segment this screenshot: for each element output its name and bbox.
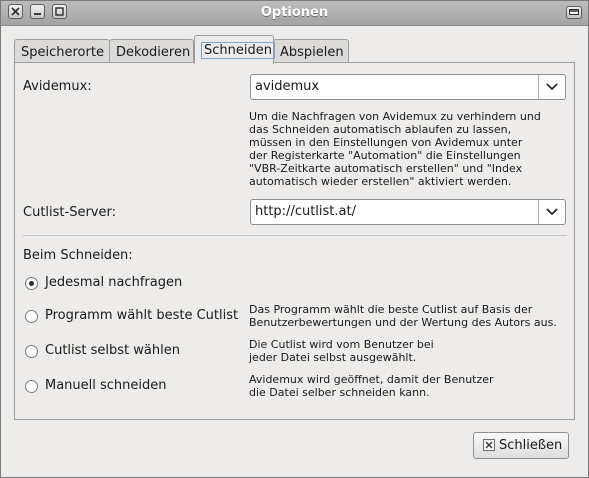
close-button[interactable]: Schließen — [473, 432, 569, 459]
schneiden-panel: Avidemux: avidemux Um die Nachfragen von… — [14, 62, 575, 420]
option-description: Die Cutlist wird vom Benutzer bei jeder … — [249, 338, 559, 364]
cutlist-server-combo[interactable]: http://cutlist.at/ — [250, 199, 566, 225]
separator — [23, 235, 567, 236]
description-line: automatisch wieder erstellen" aktiviert … — [249, 175, 512, 188]
description-line: Benutzerbewertungen und der Wertung des … — [249, 316, 557, 329]
chevron-down-icon — [546, 208, 558, 216]
radio-manuell-schneiden[interactable] — [25, 380, 38, 393]
description-line: jeder Datei selbst ausgewählt. — [249, 351, 417, 364]
window-shade-button[interactable] — [566, 6, 582, 19]
option-description: Avidemux wird geöffnet, damit der Benutz… — [249, 373, 559, 399]
cutlist-server-dropdown-button[interactable] — [538, 200, 565, 224]
tab-bar: Speicherorte Dekodieren Schneiden Abspie… — [14, 35, 574, 64]
description-line: Um die Nachfragen von Avidemux zu verhin… — [249, 110, 541, 123]
tab-schneiden[interactable]: Schneiden — [194, 35, 275, 64]
cutting-heading: Beim Schneiden: — [23, 248, 133, 263]
tab-label: Schneiden — [201, 42, 275, 59]
close-button-label: Schließen — [499, 438, 563, 453]
chevron-down-icon — [546, 83, 558, 91]
description-line: die Datei selber schneiden kann. — [249, 386, 430, 399]
window-menu-icon — [569, 9, 579, 15]
description-line: "VBR-Zeitkarte automatisch erstellen" un… — [249, 162, 523, 175]
avidemux-combo[interactable]: avidemux — [250, 74, 566, 100]
description-line: Die Cutlist wird vom Benutzer bei — [249, 338, 434, 351]
tab-abspielen[interactable]: Abspielen — [273, 39, 349, 63]
radio-jedesmal-nachfragen[interactable] — [25, 277, 38, 290]
description-line: Das Programm wählt die beste Cutlist auf… — [249, 303, 533, 316]
description-line: Avidemux wird geöffnet, damit der Benutz… — [249, 373, 494, 386]
description-line: der Registerkarte "Automation" die Einst… — [249, 149, 521, 162]
description-line: das Schneiden automatisch ablaufen zu la… — [249, 123, 512, 136]
option-label[interactable]: Programm wählt beste Cutlist — [45, 308, 238, 323]
tab-label: Dekodieren — [116, 45, 191, 60]
options-dialog: Optionen Speicherorte Dekodieren Schneid… — [0, 0, 589, 478]
option-description: Das Programm wählt die beste Cutlist auf… — [249, 303, 559, 329]
radio-cutlist-selbst[interactable] — [25, 345, 38, 358]
cutlist-server-value[interactable]: http://cutlist.at/ — [255, 204, 356, 219]
tab-label: Abspielen — [280, 45, 344, 60]
window-title: Optionen — [260, 5, 329, 20]
avidemux-description: Um die Nachfragen von Avidemux zu verhin… — [249, 110, 559, 188]
avidemux-dropdown-button[interactable] — [538, 75, 565, 99]
cutlist-server-label: Cutlist-Server: — [23, 205, 116, 220]
avidemux-value: avidemux — [255, 79, 320, 94]
option-label[interactable]: Cutlist selbst wählen — [45, 343, 180, 358]
tab-speicherorte[interactable]: Speicherorte — [14, 39, 110, 63]
radio-programm-waehlt[interactable] — [25, 310, 38, 323]
tab-label: Speicherorte — [21, 45, 104, 60]
avidemux-label: Avidemux: — [23, 79, 92, 94]
description-line: müssen in den Einstellungen von Avidemux… — [249, 136, 523, 149]
close-icon — [483, 439, 495, 451]
tab-dekodieren[interactable]: Dekodieren — [109, 39, 194, 63]
option-label[interactable]: Jedesmal nachfragen — [45, 275, 182, 290]
option-label[interactable]: Manuell schneiden — [45, 378, 167, 393]
title-bar[interactable]: Optionen — [1, 1, 588, 26]
